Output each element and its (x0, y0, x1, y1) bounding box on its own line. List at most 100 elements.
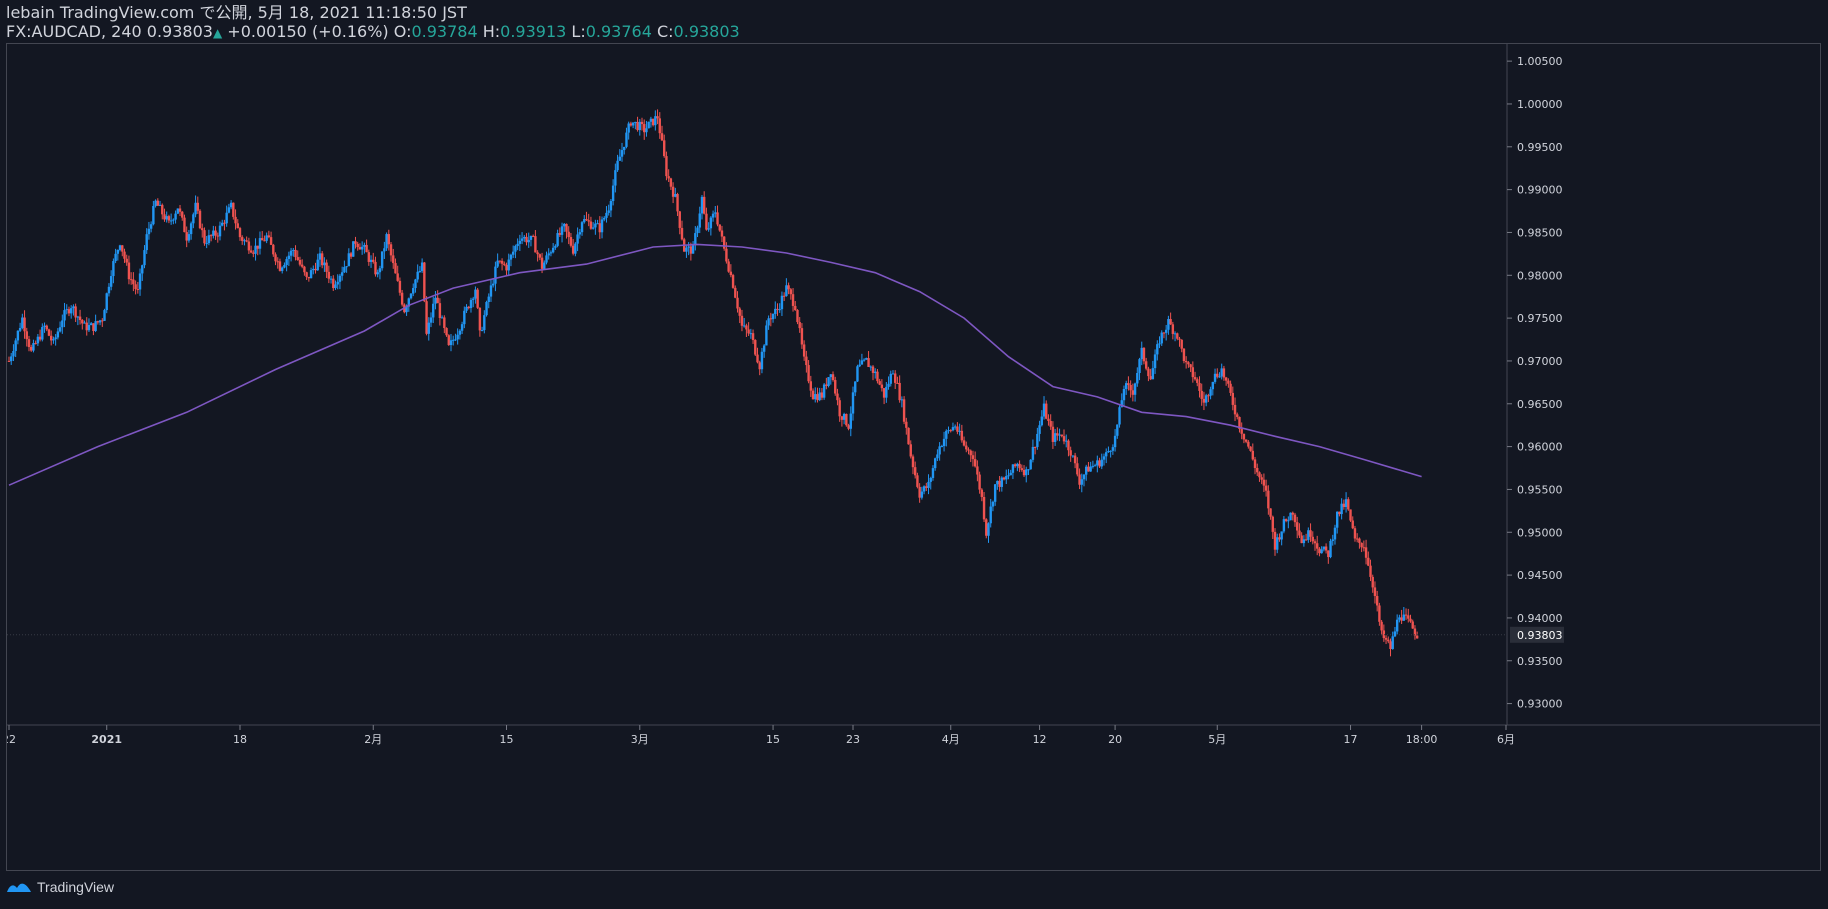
candle-body (1291, 512, 1294, 515)
moving-average-line (8, 243, 1422, 486)
candles (7, 109, 1419, 657)
candle-body (656, 116, 659, 119)
candle-body (1107, 451, 1110, 453)
low-value: 0.93764 (585, 22, 652, 41)
candle-body (991, 501, 995, 507)
candle-body (1076, 463, 1079, 475)
candle-body (814, 394, 817, 400)
chart-frame[interactable]: 1.00500 1.00000 0.99500 0.99000 0.98500 0.980… (6, 43, 1821, 871)
candle-body (267, 235, 271, 238)
candle-body (323, 262, 326, 266)
candle-body (74, 306, 77, 318)
candle-body (125, 258, 128, 263)
candle-body (545, 255, 548, 263)
candle-body (671, 186, 675, 197)
candle-body (283, 264, 286, 268)
last-price: 0.93803 (146, 22, 213, 41)
candle-body (1058, 434, 1061, 436)
candle-body (1049, 420, 1052, 427)
candle-body (1322, 546, 1326, 550)
candle-body (169, 220, 173, 222)
x-tick-label: 20 (1108, 733, 1122, 746)
candle-body (96, 321, 100, 323)
candle-body (563, 223, 566, 227)
candle-body (225, 212, 228, 224)
candle-body (1313, 541, 1317, 544)
candle-body (1329, 540, 1332, 558)
candle-body (900, 399, 904, 401)
candle-body (1213, 373, 1217, 382)
candle-body (1311, 536, 1314, 542)
candle-body (1147, 368, 1150, 377)
candle-body (443, 317, 446, 329)
candle-body (67, 309, 71, 314)
candle-body (842, 413, 846, 420)
candle-body (1018, 463, 1021, 469)
candle-body (1393, 631, 1397, 637)
candle-body (1369, 565, 1372, 577)
candle-body (103, 310, 106, 321)
candle-body (867, 358, 870, 368)
candle-body (1209, 389, 1212, 396)
candle-body (800, 328, 804, 345)
candle-body (101, 320, 104, 322)
candle-body (94, 321, 97, 331)
open-value: 0.93784 (411, 22, 478, 41)
candle-body (449, 340, 453, 346)
candle-body (61, 320, 64, 328)
candle-body (1353, 528, 1357, 539)
candle-body (769, 318, 773, 320)
candle-body (1073, 455, 1077, 464)
candle-body (340, 272, 344, 276)
candle-body (1395, 619, 1399, 632)
candle-body (929, 477, 932, 482)
candle-body (702, 196, 706, 214)
candle-body (1151, 368, 1155, 380)
candle-body (123, 251, 126, 259)
candle-body (649, 118, 653, 122)
candle-body (945, 430, 948, 439)
candle-body (796, 310, 799, 323)
candle-body (163, 214, 166, 220)
candle-body (460, 324, 464, 331)
price-chart[interactable]: 1.00500 1.00000 0.99500 0.99000 0.98500 0.980… (7, 44, 1820, 870)
candle-body (56, 331, 60, 338)
candle-body (21, 317, 24, 328)
candle-body (543, 262, 546, 269)
candle-body (1113, 435, 1117, 448)
candle-body (540, 257, 544, 269)
candle-body (531, 235, 535, 237)
x-tick-label: 2月 (364, 733, 382, 746)
candle-body (1020, 468, 1024, 470)
candle-body (118, 245, 122, 250)
candle-body (825, 384, 828, 386)
candle-body (807, 365, 810, 382)
candle-body (1211, 381, 1215, 390)
candle-body (423, 262, 426, 302)
candle-body (294, 249, 297, 258)
candle-body (980, 489, 984, 497)
candle-body (976, 466, 979, 475)
candle-body (285, 259, 288, 265)
candle-body (498, 260, 502, 262)
candle-body (12, 350, 15, 357)
candle-body (1296, 522, 1299, 531)
candle-body (680, 227, 684, 240)
candle-body (1153, 354, 1157, 369)
candle-body (714, 212, 717, 214)
candle-body (1171, 324, 1175, 334)
candle-body (514, 246, 517, 252)
candle-body (638, 121, 641, 131)
candle-body (1307, 530, 1310, 540)
candle-body (1078, 474, 1081, 485)
candle-body (523, 236, 526, 239)
y-tick-label: 0.99000 (1517, 184, 1563, 197)
candle-body (254, 245, 257, 254)
candle-body (1040, 416, 1043, 426)
candle-body (69, 308, 73, 314)
candle-body (436, 297, 439, 304)
candle-body (438, 303, 442, 318)
candle-body (951, 427, 955, 431)
candle-body (78, 316, 82, 320)
candle-body (138, 273, 142, 290)
